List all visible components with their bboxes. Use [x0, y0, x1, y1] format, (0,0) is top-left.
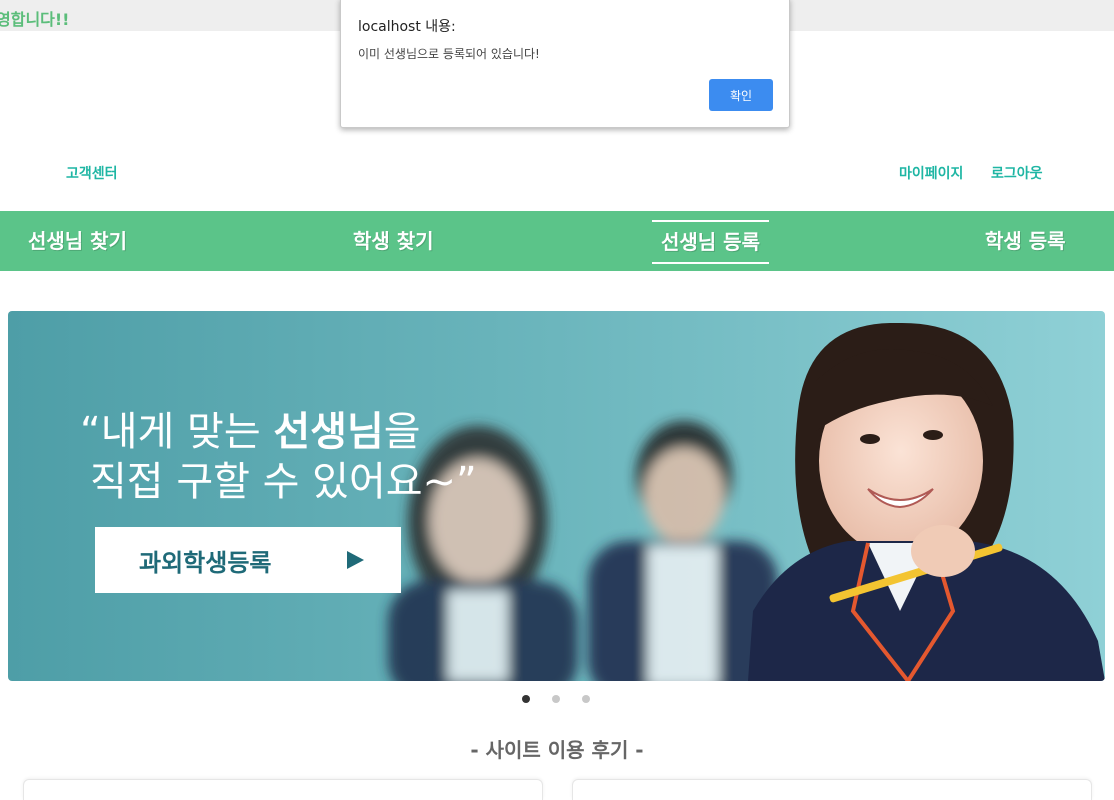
carousel-dot-2[interactable] — [552, 695, 560, 703]
carousel-dot-3[interactable] — [582, 695, 590, 703]
welcome-text: 영합니다!! — [0, 10, 70, 29]
dialog-title: localhost 내용: — [358, 19, 456, 35]
review-card-2[interactable] — [572, 779, 1092, 800]
hero-banner[interactable]: “내게 맞는 선생님을 직접 구할 수 있어요~” 과외학생등록 — [8, 311, 1105, 681]
headline-line2: 직접 구할 수 있어요~” — [90, 459, 477, 505]
review-card-1[interactable] — [23, 779, 543, 800]
dialog-ok-button[interactable]: 확인 — [709, 79, 773, 111]
alert-dialog: localhost 내용: 이미 선생님으로 등록되어 있습니다! 확인 — [340, 0, 790, 128]
carousel-indicators — [0, 695, 1114, 705]
cta-label: 과외학생등록 — [139, 549, 272, 577]
banner-cta-button[interactable]: 과외학생등록 — [95, 527, 401, 593]
headline-prefix: “내게 맞는 — [80, 409, 274, 455]
nav-register-student[interactable]: 학생 등록 — [985, 211, 1066, 271]
nav-find-teacher[interactable]: 선생님 찾기 — [28, 211, 127, 271]
nav-register-teacher[interactable]: 선생님 등록 — [652, 220, 769, 264]
banner-headline: “내게 맞는 선생님을 직접 구할 수 있어요~” — [80, 407, 477, 507]
logout-link[interactable]: 로그아웃 — [991, 163, 1043, 183]
main-nav: 선생님 찾기 학생 찾기 선생님 등록 학생 등록 — [0, 211, 1114, 271]
headline-bold: 선생님 — [273, 409, 384, 455]
carousel-dot-1[interactable] — [522, 695, 530, 703]
mypage-link[interactable]: 마이페이지 — [899, 163, 963, 183]
nav-find-student[interactable]: 학생 찾기 — [353, 211, 434, 271]
customer-center-link[interactable]: 고객센터 — [66, 163, 118, 183]
play-triangle-icon — [347, 551, 364, 569]
review-section-title: - 사이트 이용 후기 - — [470, 738, 644, 762]
dialog-message: 이미 선생님으로 등록되어 있습니다! — [358, 47, 540, 61]
headline-suffix: 을 — [383, 409, 421, 455]
